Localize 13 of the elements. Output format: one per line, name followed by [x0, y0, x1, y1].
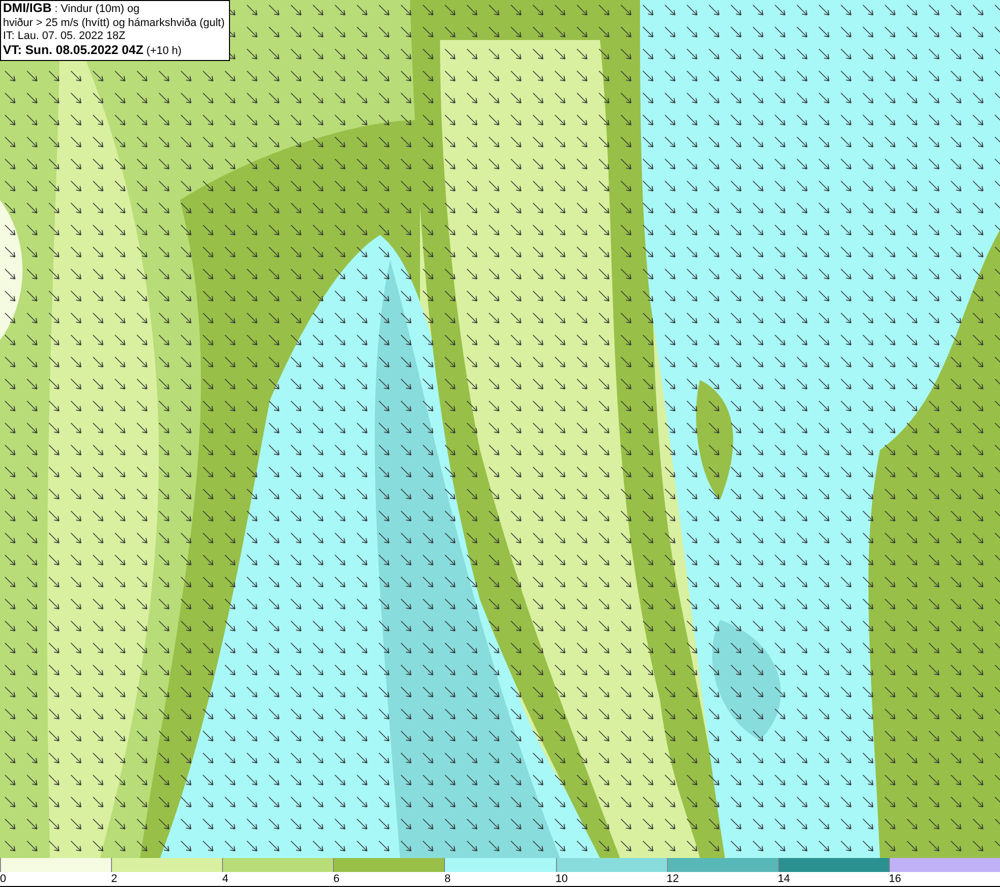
legend-label: 8	[444, 872, 451, 886]
legend-label: 2	[111, 872, 118, 886]
legend-label: 12	[666, 872, 679, 886]
legend-label: 0	[0, 872, 6, 886]
caption-line: IT: Lau. 07. 05. 2022 18Z	[3, 30, 126, 44]
caption-line: hviður > 25 m/s (hvítt) og hámarkshviða (gult)	[3, 16, 225, 30]
legend-label: 14	[778, 872, 790, 886]
legend-label: 6	[333, 872, 340, 886]
caption-line: VT: Sun. 08.05.2022 04Z (+10 h)	[3, 44, 183, 58]
legend-label: 16	[888, 872, 902, 886]
legend-label: 10	[556, 872, 568, 886]
caption-line: DMI/IGB : Vindur (10m) og	[3, 2, 140, 16]
legend-label: 4	[222, 872, 228, 886]
